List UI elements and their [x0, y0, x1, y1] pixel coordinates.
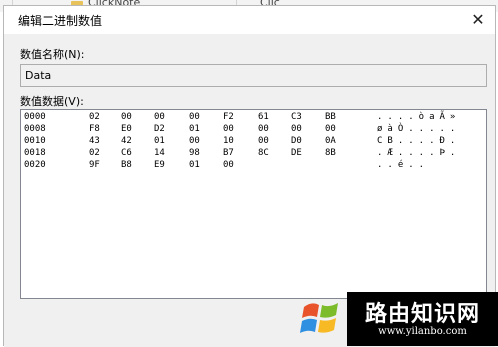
hex-byte[interactable]: 00: [189, 112, 211, 122]
hex-row-ascii[interactable]: øàÒ.....: [377, 124, 460, 134]
windows-logo-icon: [300, 303, 338, 333]
hex-row-address: 0020: [24, 160, 46, 170]
hex-byte[interactable]: C3: [291, 112, 313, 122]
hex-byte[interactable]: 10: [223, 136, 245, 146]
hex-row-ascii[interactable]: .Æ....Þ.: [377, 148, 460, 158]
hex-byte[interactable]: 02: [89, 148, 111, 158]
hex-byte[interactable]: 01: [154, 136, 176, 146]
value-data-label: 数值数据(V):: [20, 95, 84, 108]
hex-byte[interactable]: 01: [189, 160, 211, 170]
hex-byte[interactable]: B8: [121, 160, 143, 170]
hex-row[interactable]: 0010 43 42 01 00 10 00 D0 0A CB....Ð.: [21, 136, 486, 148]
close-icon: ✕: [471, 10, 485, 29]
hex-row-ascii[interactable]: ..é..: [377, 160, 429, 170]
hex-byte[interactable]: B7: [223, 148, 245, 158]
hex-byte[interactable]: 0A: [325, 136, 347, 146]
watermark-title: 路由知识网: [364, 302, 480, 327]
hex-byte[interactable]: F2: [223, 112, 245, 122]
hex-byte[interactable]: 00: [258, 136, 280, 146]
hex-row[interactable]: 0008 F8 E0 D2 01 00 00 00 00 øàÒ.....: [21, 124, 486, 136]
title-bar[interactable]: 编辑二进制数值 ✕: [4, 6, 495, 34]
hex-byte[interactable]: 98: [189, 148, 211, 158]
hex-byte[interactable]: E9: [154, 160, 176, 170]
hex-byte[interactable]: 00: [325, 124, 347, 134]
hex-byte[interactable]: 02: [89, 112, 111, 122]
dialog-title: 编辑二进制数值: [18, 14, 103, 28]
hex-byte[interactable]: 00: [189, 136, 211, 146]
watermark-url: www.yilanbo.com: [378, 326, 467, 337]
hex-byte[interactable]: 43: [89, 136, 111, 146]
hex-row-address: 0000: [24, 112, 46, 122]
hex-byte[interactable]: 00: [154, 112, 176, 122]
hex-byte[interactable]: E0: [121, 124, 143, 134]
value-name-label: 数值名称(N):: [20, 48, 85, 61]
watermark-banner: 路由知识网 www.yilanbo.com: [347, 292, 498, 346]
value-data-editor[interactable]: 0000 02 00 00 00 F2 61 C3 BB ....òaÃ» 0008 F8 E0 D2 01…: [20, 109, 487, 299]
hex-byte[interactable]: 42: [121, 136, 143, 146]
hex-byte[interactable]: 00: [121, 112, 143, 122]
hex-row[interactable]: 0020 9F B8 E9 01 00 ..é..: [21, 160, 486, 172]
hex-byte[interactable]: 8B: [325, 148, 347, 158]
close-button[interactable]: ✕: [461, 6, 495, 34]
hex-byte[interactable]: 00: [223, 124, 245, 134]
hex-byte[interactable]: 8C: [258, 148, 280, 158]
hex-byte[interactable]: 14: [154, 148, 176, 158]
hex-byte[interactable]: BB: [325, 112, 347, 122]
hex-row-address: 0010: [24, 136, 46, 146]
value-name-field[interactable]: Data: [20, 64, 487, 87]
hex-byte[interactable]: 01: [189, 124, 211, 134]
hex-byte[interactable]: 00: [258, 124, 280, 134]
hex-row-ascii[interactable]: CB....Ð.: [377, 136, 460, 146]
hex-byte[interactable]: 00: [223, 160, 245, 170]
hex-row-address: 0008: [24, 124, 46, 134]
hex-row[interactable]: 0000 02 00 00 00 F2 61 C3 BB ....òaÃ»: [21, 112, 486, 124]
hex-byte[interactable]: 9F: [89, 160, 111, 170]
hex-byte[interactable]: D2: [154, 124, 176, 134]
hex-byte[interactable]: 61: [258, 112, 280, 122]
hex-row[interactable]: 0018 02 C6 14 98 B7 8C DE 8B .Æ....Þ.: [21, 148, 486, 160]
hex-byte[interactable]: 00: [291, 124, 313, 134]
hex-row-address: 0018: [24, 148, 46, 158]
hex-byte[interactable]: C6: [121, 148, 143, 158]
hex-byte[interactable]: D0: [291, 136, 313, 146]
hex-byte[interactable]: F8: [89, 124, 111, 134]
hex-byte[interactable]: DE: [291, 148, 313, 158]
hex-row-ascii[interactable]: ....òaÃ»: [377, 112, 460, 122]
